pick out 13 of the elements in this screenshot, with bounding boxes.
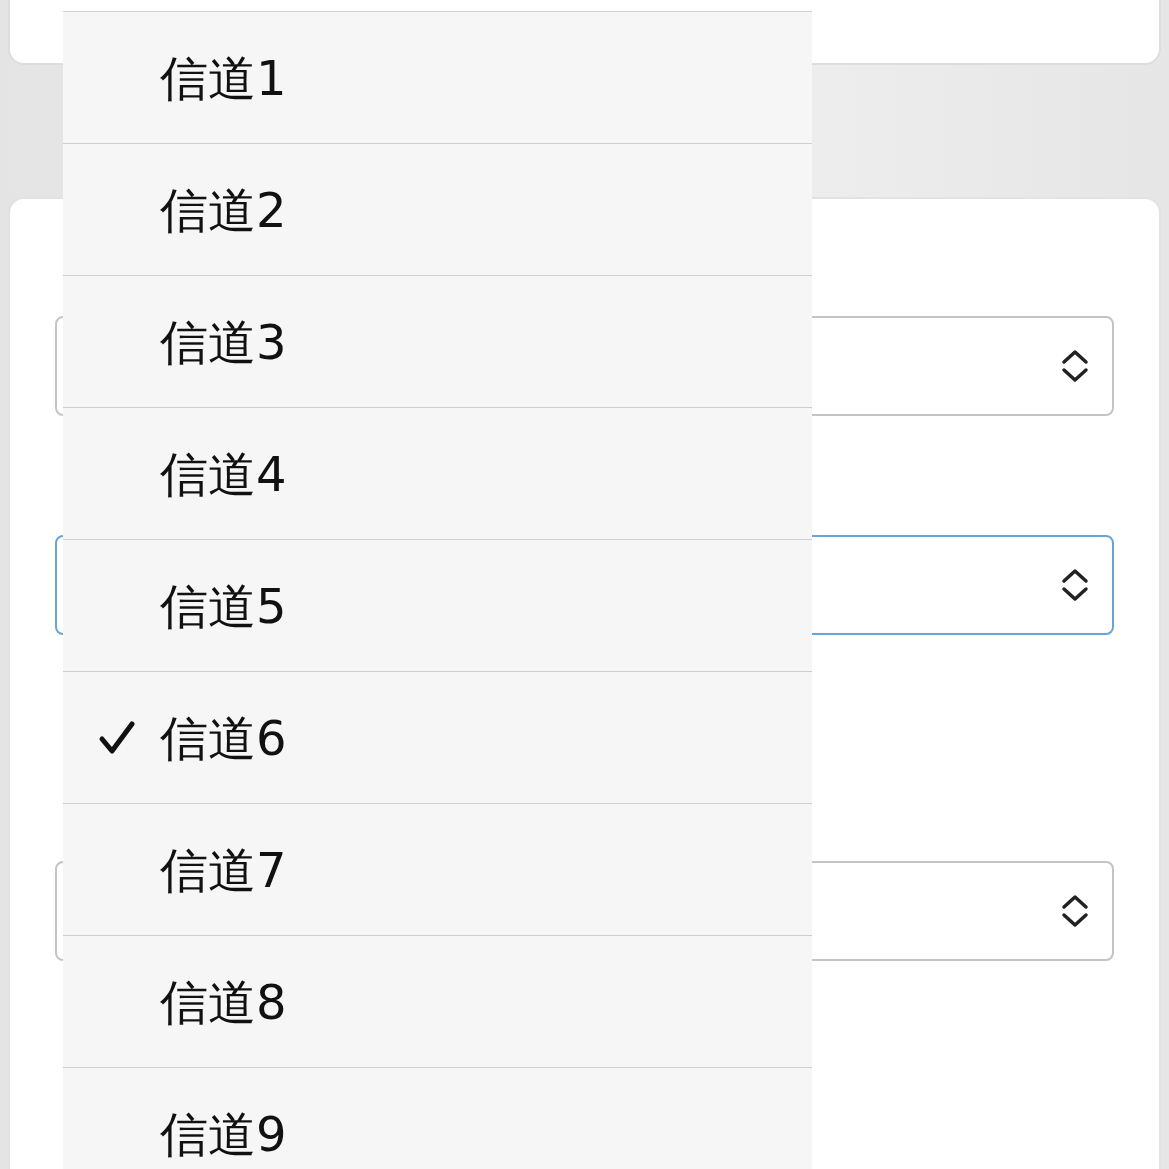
menu-item[interactable]: 信道2	[98, 173, 287, 246]
menu-item[interactable]: 信道3	[98, 305, 287, 378]
chevron-updown-icon	[1060, 348, 1090, 384]
menu-item[interactable]: 信道5	[98, 569, 287, 642]
chevron-updown-icon	[1060, 893, 1090, 929]
menu-item[interactable]: 信道8	[98, 965, 287, 1038]
checkmark-icon	[98, 718, 136, 757]
menu-item[interactable]: 信道7	[98, 833, 287, 906]
chevron-updown-icon	[1060, 567, 1090, 603]
menu-item[interactable]: 信道6	[98, 701, 287, 774]
menu-item[interactable]: 信道9	[98, 1097, 287, 1169]
menu-item[interactable]: 信道1	[98, 41, 287, 114]
menu-item[interactable]: 信道4	[98, 437, 287, 510]
